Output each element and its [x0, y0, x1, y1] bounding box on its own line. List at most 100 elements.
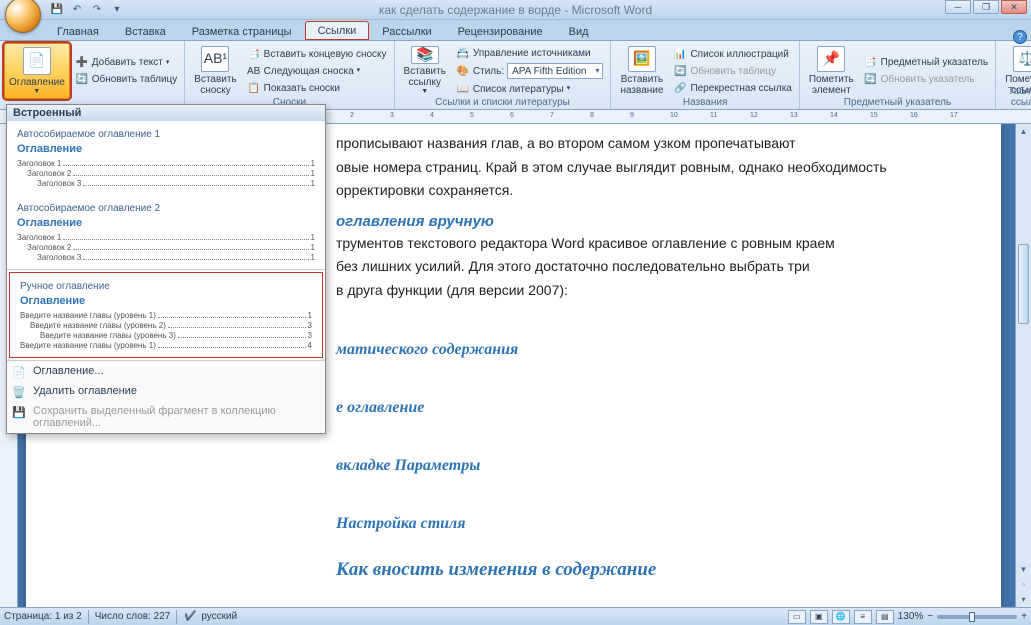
qat-dropdown-icon[interactable]: ▾ — [108, 2, 126, 18]
cross-reference-button[interactable]: 🔗Перекрестная ссылка — [670, 80, 794, 96]
show-notes-icon: 📋 — [247, 81, 261, 95]
heading: матического содержания — [336, 341, 931, 359]
toc-preview-title: Оглавление — [17, 217, 315, 229]
minimize-button[interactable]: ─ — [945, 0, 971, 14]
style-icon: 🎨 — [456, 64, 470, 78]
insert-toc-icon: 📄 — [11, 364, 27, 380]
tab-mailings[interactable]: Рассылки — [369, 22, 444, 40]
zoom-out-button[interactable]: − — [927, 611, 933, 622]
page-status[interactable]: Страница: 1 из 2 — [4, 611, 82, 622]
toc-auto1-preview[interactable]: Автособираемое оглавление 1 Оглавление З… — [7, 121, 325, 195]
word-count[interactable]: Число слов: 227 — [95, 611, 171, 622]
undo-icon[interactable]: ↶ — [68, 2, 86, 18]
manage-sources-button[interactable]: 📇Управление источниками — [453, 45, 607, 61]
bibliography-icon: 📖 — [456, 82, 470, 96]
status-bar: Страница: 1 из 2 Число слов: 227 ✔️ русс… — [0, 607, 1031, 625]
insert-caption-label: Вставить название — [620, 74, 663, 96]
body-text: без лишних усилий. Для этого достаточно … — [336, 257, 931, 277]
tab-references[interactable]: Ссылки — [305, 21, 370, 40]
remove-toc-icon: 🗑️ — [11, 384, 27, 400]
prev-page-button[interactable]: ◦ — [1016, 577, 1031, 592]
citation-icon: 📚 — [411, 46, 439, 64]
show-footnotes-button[interactable]: 📋Показать сноски — [244, 80, 390, 96]
scroll-thumb[interactable] — [1018, 244, 1029, 324]
tab-insert[interactable]: Вставка — [112, 22, 179, 40]
proofing-icon[interactable]: ✔️ — [183, 610, 197, 624]
insert-index-icon: 📑 — [864, 56, 878, 70]
language-status[interactable]: русский — [201, 611, 237, 622]
scroll-down-button[interactable]: ▼ — [1016, 562, 1031, 577]
group-index: 📌 Пометить элемент 📑Предметный указатель… — [800, 41, 996, 109]
update-icon: 🔄 — [75, 73, 89, 87]
zoom-in-button[interactable]: + — [1021, 611, 1027, 622]
crossref-icon: 🔗 — [673, 81, 687, 95]
next-page-button[interactable]: ▾ — [1016, 592, 1031, 607]
tab-home[interactable]: Главная — [44, 22, 112, 40]
save-icon[interactable]: 💾 — [48, 2, 66, 18]
heading: е оглавление — [336, 399, 931, 417]
mark-entry-icon: 📌 — [817, 46, 845, 72]
body-text: орректировки сохраняется. — [336, 181, 931, 201]
web-view-button[interactable]: 🌐 — [832, 610, 850, 624]
toc-button[interactable]: 📄 Оглавление ▼ — [4, 43, 70, 99]
caption-icon: 🖼️ — [628, 46, 656, 72]
body-text: прописывают названия глав, а во втором с… — [336, 134, 931, 154]
tab-view[interactable]: Вид — [556, 22, 602, 40]
toc-button-label: Оглавление — [9, 77, 65, 88]
close-button[interactable]: ✕ — [1001, 0, 1027, 14]
ribbon-tabs: Главная Вставка Разметка страницы Ссылки… — [0, 20, 1031, 40]
update-index-button[interactable]: 🔄Обновить указатель — [861, 72, 991, 88]
insert-toc-menuitem[interactable]: 📄 Оглавление... — [7, 361, 325, 381]
save-toc-icon: 💾 — [11, 404, 27, 420]
toc-preview-title: Оглавление — [20, 295, 312, 307]
group-index-label: Предметный указатель — [800, 97, 995, 108]
help-icon[interactable]: ? — [1013, 30, 1027, 44]
insert-footnote-button[interactable]: AB¹ Вставить сноску — [189, 43, 241, 99]
style-combo[interactable]: APA Fifth Edition — [507, 63, 603, 79]
vertical-scrollbar[interactable]: ▲ ▼ ◦ ▾ — [1015, 124, 1031, 607]
heading: вкладке Параметры — [336, 457, 931, 475]
remove-toc-menuitem[interactable]: 🗑️ Удалить оглавление — [7, 381, 325, 401]
group-footnotes: AB¹ Вставить сноску 📑Вставить концевую с… — [185, 41, 394, 109]
update-table-button[interactable]: 🔄Обновить таблицу — [72, 72, 181, 88]
body-text: трументов текстового редактора Word крас… — [336, 234, 931, 254]
scroll-up-button[interactable]: ▲ — [1016, 124, 1031, 139]
print-layout-view-button[interactable]: ▭ — [788, 610, 806, 624]
tab-review[interactable]: Рецензирование — [445, 22, 556, 40]
insert-citation-label: Вставить ссылку — [404, 66, 446, 88]
toc-preview-title: Оглавление — [17, 143, 315, 155]
mark-entry-button[interactable]: 📌 Пометить элемент — [804, 43, 859, 99]
insert-citation-button[interactable]: 📚 Вставить ссылку ▼ — [399, 43, 451, 99]
insert-index-button[interactable]: 📑Предметный указатель — [861, 55, 991, 71]
next-footnote-button[interactable]: ABСледующая сноска▾ — [244, 63, 390, 79]
draft-view-button[interactable]: ▤ — [876, 610, 894, 624]
next-footnote-icon: AB — [247, 64, 261, 78]
group-toa-label: Таблица ссылок — [996, 86, 1031, 108]
footnote-icon: AB¹ — [201, 46, 229, 72]
tab-page-layout[interactable]: Разметка страницы — [179, 22, 305, 40]
update-tof-button[interactable]: 🔄Обновить таблицу — [670, 63, 794, 79]
toc-manual-preview[interactable]: Ручное оглавление Оглавление Введите наз… — [9, 272, 323, 358]
insert-caption-button[interactable]: 🖼️ Вставить название — [615, 43, 668, 99]
zoom-slider[interactable] — [937, 615, 1017, 619]
mark-citation-icon: ⚖️ — [1013, 46, 1031, 72]
insert-endnote-button[interactable]: 📑Вставить концевую сноску — [244, 46, 390, 62]
quick-access-toolbar: 💾 ↶ ↷ ▾ — [48, 0, 126, 19]
toc-auto2-preview[interactable]: Автособираемое оглавление 2 Оглавление З… — [7, 195, 325, 269]
group-captions-label: Названия — [611, 97, 798, 108]
bibliography-button[interactable]: 📖Список литературы▾ — [453, 81, 607, 97]
window-controls: ─ ❐ ✕ — [945, 0, 1027, 14]
outline-view-button[interactable]: ≡ — [854, 610, 872, 624]
maximize-button[interactable]: ❐ — [973, 0, 999, 14]
mark-entry-label: Пометить элемент — [809, 74, 854, 96]
update-index-icon: 🔄 — [864, 73, 878, 87]
body-text: овые номера страниц. Край в этом случае … — [336, 158, 931, 178]
zoom-level[interactable]: 130% — [898, 611, 924, 622]
zoom-thumb[interactable] — [969, 612, 975, 622]
add-text-button[interactable]: ➕Добавить текст▾ — [72, 55, 181, 71]
redo-icon[interactable]: ↷ — [88, 2, 106, 18]
toc-gallery-dropdown: Встроенный Автособираемое оглавление 1 О… — [6, 104, 326, 434]
table-of-figures-button[interactable]: 📊Список иллюстраций — [670, 46, 794, 62]
fullscreen-view-button[interactable]: ▣ — [810, 610, 828, 624]
citation-style-select[interactable]: 🎨 Стиль: APA Fifth Edition — [453, 62, 607, 80]
